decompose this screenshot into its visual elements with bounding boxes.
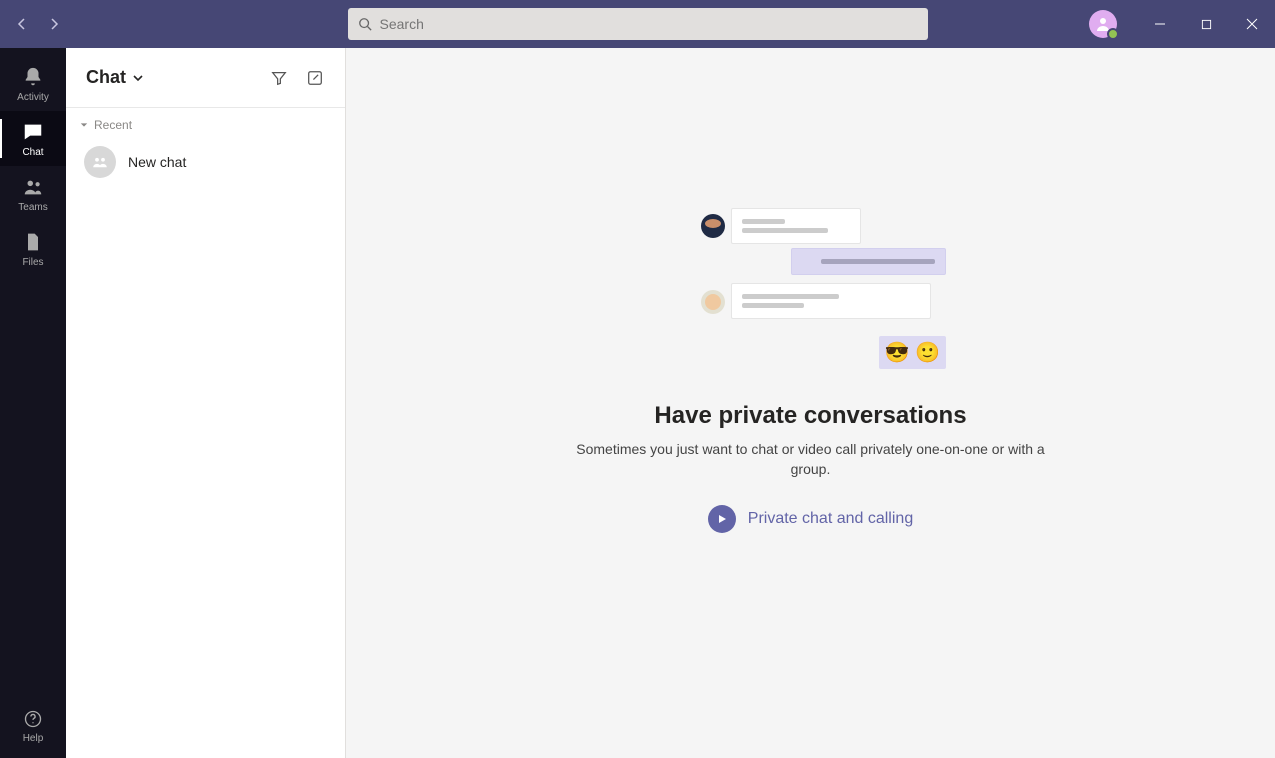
help-icon [23, 709, 43, 729]
chat-item-avatar [84, 146, 116, 178]
chevron-left-icon [16, 18, 28, 30]
recent-section-toggle[interactable]: Recent [66, 108, 345, 138]
chat-list-title: Chat [86, 67, 126, 88]
minimize-icon [1154, 18, 1166, 30]
chat-main-pane: 😎 🙂 Have private conversations Sometimes… [346, 48, 1275, 758]
caret-down-icon [80, 121, 88, 129]
search-input[interactable] [380, 16, 918, 32]
play-icon [708, 505, 736, 533]
rail-label: Files [22, 257, 43, 268]
rail-label: Help [23, 733, 44, 744]
rail-item-help[interactable]: Help [0, 695, 66, 758]
empty-state-subtitle: Sometimes you just want to chat or video… [571, 440, 1051, 479]
maximize-button[interactable] [1183, 0, 1229, 48]
chevron-down-icon [132, 72, 144, 84]
teams-icon [22, 176, 44, 198]
section-label-text: Recent [94, 118, 132, 132]
app-body: Activity Chat Teams Files Help Chat [0, 48, 1275, 758]
presence-available-icon [1107, 28, 1119, 40]
new-chat-button[interactable] [305, 68, 325, 88]
rail-item-files[interactable]: Files [0, 221, 66, 276]
close-icon [1246, 18, 1258, 30]
rail-label: Activity [17, 92, 49, 103]
chat-list-title-dropdown[interactable]: Chat [86, 67, 144, 88]
private-chat-cta[interactable]: Private chat and calling [708, 505, 913, 533]
minimize-button[interactable] [1137, 0, 1183, 48]
window-controls [1089, 0, 1275, 48]
filter-icon [270, 69, 288, 87]
nav-arrows [0, 12, 66, 36]
search-box[interactable] [348, 8, 928, 40]
forward-button[interactable] [42, 12, 66, 36]
chat-list-header: Chat [66, 48, 345, 108]
files-icon [23, 231, 43, 253]
rail-item-teams[interactable]: Teams [0, 166, 66, 221]
chat-list-panel: Chat Recent New chat [66, 48, 346, 758]
close-button[interactable] [1229, 0, 1275, 48]
rail-label: Chat [22, 147, 43, 158]
title-bar [0, 0, 1275, 48]
empty-state-illustration: 😎 🙂 [701, 208, 961, 378]
chat-list-item[interactable]: New chat [66, 138, 345, 186]
filter-button[interactable] [269, 68, 289, 88]
search-icon [358, 17, 372, 31]
empty-state: 😎 🙂 Have private conversations Sometimes… [551, 208, 1071, 533]
chat-item-label: New chat [128, 154, 186, 170]
chevron-right-icon [48, 18, 60, 30]
profile-avatar[interactable] [1089, 10, 1117, 38]
emoji-icon: 😎 🙂 [879, 336, 946, 369]
chat-list-actions [269, 68, 325, 88]
cta-label: Private chat and calling [748, 510, 913, 528]
back-button[interactable] [10, 12, 34, 36]
rail-item-chat[interactable]: Chat [0, 111, 66, 166]
app-rail: Activity Chat Teams Files Help [0, 48, 66, 758]
rail-item-activity[interactable]: Activity [0, 56, 66, 111]
group-icon [91, 153, 109, 171]
bell-icon [22, 66, 44, 88]
rail-label: Teams [18, 202, 47, 213]
compose-icon [306, 69, 324, 87]
empty-state-title: Have private conversations [654, 402, 966, 430]
maximize-icon [1201, 19, 1212, 30]
chat-icon [22, 121, 44, 143]
